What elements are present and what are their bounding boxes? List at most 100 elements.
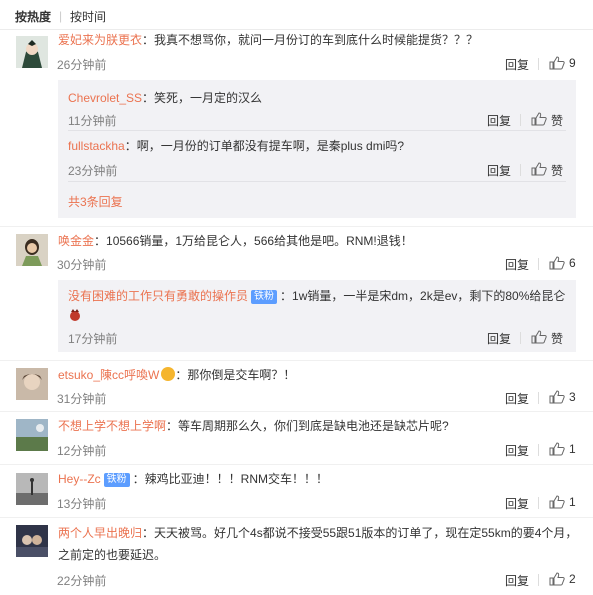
comment-username[interactable]: 不想上学不想上学啊 <box>58 419 166 433</box>
thumbs-up-icon <box>549 442 565 456</box>
comment-username[interactable]: 唤金金 <box>58 234 94 248</box>
comment-content: 爱妃来为朕更衣：我真不想骂你，就问一月份订的车到底什么时候能提货？？？ <box>58 30 579 50</box>
reply-button[interactable]: 回复 <box>505 442 529 459</box>
comment-item: etsuko_陳cc呼喚W ：那你倒是交车啊？！ 31分钟前 回复 3 <box>0 362 593 410</box>
like-count: 1 <box>569 442 576 456</box>
reply-time: 11分钟前 <box>68 114 117 128</box>
sort-by-time[interactable]: 按时间 <box>70 8 106 25</box>
avatar[interactable] <box>16 36 48 68</box>
comment-time: 22分钟前 <box>57 574 107 588</box>
action-separator <box>520 332 521 344</box>
like-button[interactable]: 赞 <box>531 330 567 346</box>
comment-content: 不想上学不想上学啊：等车周期那么久，你们到底是缺电池还是缺芯片呢? <box>58 416 579 436</box>
comment-divider <box>0 411 593 412</box>
reply-button[interactable]: 回复 <box>505 256 529 273</box>
user-emoji-icon <box>161 367 176 381</box>
like-count: 1 <box>569 495 576 509</box>
fan-badge: 铁粉 <box>251 290 278 304</box>
action-separator <box>538 574 539 586</box>
comment-item: Hey--Zc 铁粉 ：辣鸡比亚迪！！！RNM交车！！！ 13分钟前 回复 1 <box>0 466 593 516</box>
like-count: 9 <box>569 56 576 70</box>
action-separator <box>520 164 521 176</box>
sort-by-hot[interactable]: 按热度 <box>15 8 51 25</box>
like-count: 2 <box>569 572 576 586</box>
comment-time: 31分钟前 <box>57 392 107 406</box>
reply-button[interactable]: 回复 <box>505 56 529 73</box>
comment-item: 唤金金：10566销量，1万给昆仑人，566给其他是吧。RNM!退钱！ 30分钟… <box>0 228 593 360</box>
like-button[interactable]: 3 <box>549 390 579 404</box>
reply-button[interactable]: 回复 <box>487 330 511 347</box>
reply-time: 17分钟前 <box>68 332 118 346</box>
reply-button[interactable]: 回复 <box>487 112 511 129</box>
reply-button[interactable]: 回复 <box>505 495 529 512</box>
comment-divider <box>0 360 593 361</box>
thumbs-up-icon <box>549 256 565 270</box>
reply-content: 没有困难的工作只有勇敢的操作员 铁粉 ：1w销量，一半是宋dm，2k是ev，剩下的8… <box>68 286 566 306</box>
sticker-icon <box>70 309 80 321</box>
comment-divider <box>0 464 593 465</box>
more-replies-link[interactable]: 共3条回复 <box>68 193 123 210</box>
avatar[interactable] <box>16 473 48 505</box>
reply-item: fullstackha：啊，一月份的订单都没有提车啊，是秦plus dmi吗? … <box>68 132 566 178</box>
reply-text: ：啊，一月份的订单都没有提车啊，是秦plus dmi吗? <box>124 139 405 153</box>
like-count: 3 <box>569 390 576 404</box>
comment-time: 13分钟前 <box>57 497 107 511</box>
like-label: 赞 <box>551 164 564 178</box>
thumbs-up-icon <box>549 56 565 70</box>
like-button[interactable]: 2 <box>549 572 579 586</box>
comment-text: ：等车周期那么久，你们到底是缺电池还是缺芯片呢? <box>166 419 449 433</box>
like-button[interactable]: 1 <box>549 495 579 509</box>
comment-content: etsuko_陳cc呼喚W ：那你倒是交车啊？！ <box>58 365 579 385</box>
like-button[interactable]: 赞 <box>531 112 567 128</box>
like-button[interactable]: 1 <box>549 442 579 456</box>
action-separator <box>538 444 539 456</box>
reply-button[interactable]: 回复 <box>487 162 511 179</box>
thumbs-up-icon <box>549 390 565 404</box>
comment-content: 唤金金：10566销量，1万给昆仑人，566给其他是吧。RNM!退钱！ <box>58 231 579 251</box>
reply-content: fullstackha：啊，一月份的订单都没有提车啊，是秦plus dmi吗? <box>68 136 566 156</box>
reply-text: ：1w销量，一半是宋dm，2k是ev，剩下的80%给昆仑 <box>280 289 566 303</box>
replies-box: 没有困难的工作只有勇敢的操作员 铁粉 ：1w销量，一半是宋dm，2k是ev，剩下的8… <box>58 280 576 352</box>
comment-text: ：天天被骂。好几个4s都说不接受55跟51版本的订单了，现在定55km的要4个月… <box>142 526 578 540</box>
reply-content: Chevrolet_SS：笑死，一月定的汉么 <box>68 88 566 108</box>
comment-content: 两个人早出晚归：天天被骂。好几个4s都说不接受55跟51版本的订单了，现在定55… <box>58 523 579 543</box>
comment-username[interactable]: 两个人早出晚归 <box>58 526 142 540</box>
comment-text: ：我真不想骂你，就问一月份订的车到底什么时候能提货？？？ <box>142 33 479 47</box>
like-label: 赞 <box>551 114 564 128</box>
comment-username[interactable]: 爱妃来为朕更衣 <box>58 33 142 47</box>
reply-button[interactable]: 回复 <box>505 572 529 589</box>
avatar[interactable] <box>16 525 48 557</box>
thumbs-up-icon <box>549 572 565 586</box>
reply-item: Chevrolet_SS：笑死，一月定的汉么 11分钟前 回复 赞 <box>68 84 566 128</box>
reply-username[interactable]: Chevrolet_SS <box>68 91 142 105</box>
like-count: 6 <box>569 256 576 270</box>
comment-item: 爱妃来为朕更衣：我真不想骂你，就问一月份订的车到底什么时候能提货？？？ 26分钟… <box>0 30 593 222</box>
comment-divider <box>0 517 593 518</box>
action-separator <box>538 258 539 270</box>
comment-content: Hey--Zc 铁粉 ：辣鸡比亚迪！！！RNM交车！！！ <box>58 469 579 489</box>
like-button[interactable]: 赞 <box>531 162 567 178</box>
reply-item: 没有困难的工作只有勇敢的操作员 铁粉 ：1w销量，一半是宋dm，2k是ev，剩下的8… <box>68 284 566 350</box>
comment-divider <box>0 226 593 227</box>
comment-username[interactable]: etsuko_陳cc呼喚W <box>58 368 159 382</box>
avatar[interactable] <box>16 368 48 400</box>
reply-username[interactable]: 没有困难的工作只有勇敢的操作员 <box>68 289 248 303</box>
replies-box: Chevrolet_SS：笑死，一月定的汉么 11分钟前 回复 赞 fullst… <box>58 80 576 218</box>
reply-button[interactable]: 回复 <box>505 390 529 407</box>
reply-text: ：笑死，一月定的汉么 <box>142 91 263 105</box>
avatar[interactable] <box>16 419 48 451</box>
like-button[interactable]: 9 <box>549 56 579 70</box>
thumbs-up-icon <box>549 495 565 509</box>
action-separator <box>520 114 521 126</box>
comment-username[interactable]: Hey--Zc <box>58 472 101 486</box>
comment-text: ：那你倒是交车啊？！ <box>175 368 296 382</box>
avatar[interactable] <box>16 234 48 266</box>
thumbs-up-icon <box>531 112 547 126</box>
fan-badge: 铁粉 <box>103 473 130 487</box>
reply-username[interactable]: fullstackha <box>68 139 125 153</box>
comment-text: ：辣鸡比亚迪！！！RNM交车！！！ <box>132 472 329 486</box>
comment-text-continued: 之前定的也要延迟。 <box>58 548 167 562</box>
like-button[interactable]: 6 <box>549 256 579 270</box>
action-separator <box>538 58 539 70</box>
like-label: 赞 <box>551 332 564 346</box>
